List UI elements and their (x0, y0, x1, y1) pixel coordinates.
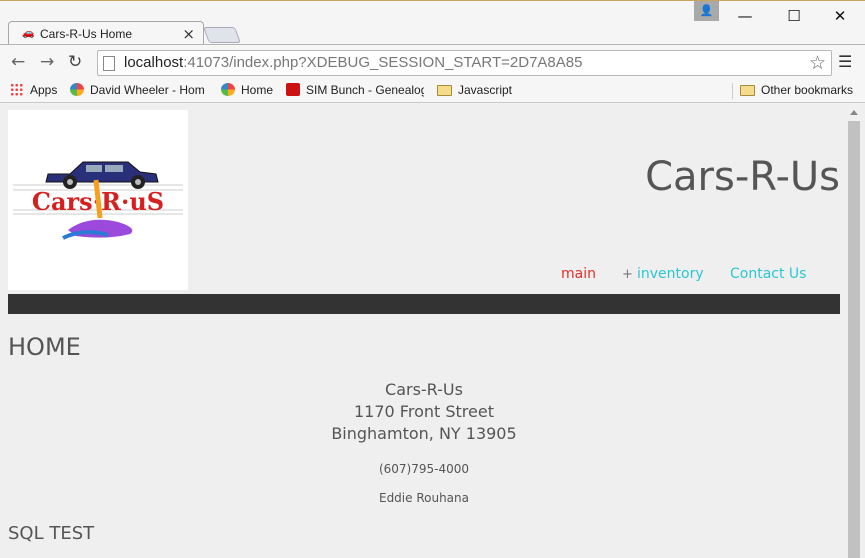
back-icon[interactable]: ← (11, 51, 25, 73)
tab-close-icon[interactable]: × (182, 25, 195, 43)
scroll-thumb[interactable] (848, 121, 860, 558)
close-window-icon[interactable]: ✕ (825, 5, 855, 27)
url-text[interactable]: localhost:41073/index.php?XDEBUG_SESSION… (124, 54, 582, 71)
forward-icon[interactable]: → (40, 51, 54, 73)
maximize-icon[interactable]: ☐ (779, 5, 809, 27)
bookmark-label: David Wheeler - Hom (90, 83, 205, 97)
browser-tab[interactable]: 🚗 Cars-R-Us Home × (8, 21, 204, 46)
url-host: localhost (124, 54, 184, 71)
bookmark-sim-bunch[interactable]: SIM Bunch - Genealog (286, 82, 424, 98)
browser-titlebar: 🚗 Cars-R-Us Home × 👤 — ☐ ✕ (0, 0, 865, 46)
apps-grid-icon (10, 83, 24, 96)
new-tab-button[interactable] (203, 27, 241, 43)
address-street: 1170 Front Street (354, 402, 494, 421)
bookmarks-bar: Apps David Wheeler - Hom Home SIM Bunch … (0, 79, 865, 103)
nav-divider-bar (8, 294, 840, 314)
bookmark-separator (732, 83, 733, 99)
page-icon (103, 56, 115, 71)
browser-toolbar: ← → ↻ localhost:41073/index.php?XDEBUG_S… (0, 44, 865, 79)
owner-name: Eddie Rouhana (378, 491, 469, 505)
bookmark-home[interactable]: Home (221, 82, 273, 98)
address-city: Binghamton, NY 13905 (331, 424, 517, 443)
bookmark-label: Other bookmarks (761, 83, 854, 97)
nav-expand-icon[interactable]: + (622, 267, 633, 282)
site-title: Cars-R-Us (645, 154, 840, 200)
minimize-icon[interactable]: — (730, 5, 760, 27)
bookmark-david-wheeler[interactable]: David Wheeler - Hom (70, 82, 208, 98)
folder-icon (437, 85, 452, 96)
nav-contact-link[interactable]: Contact Us (730, 266, 806, 282)
address-name: Cars-R-Us (385, 380, 463, 399)
page-scrollbar[interactable] (847, 104, 861, 558)
bookmark-label: Home (241, 83, 274, 97)
site-logo: Cars·R·uS (8, 110, 188, 290)
bookmark-label: SIM Bunch - Genealog (306, 83, 424, 97)
bookmark-label: Javascript (458, 83, 513, 97)
phone-number: (607)795-4000 (378, 462, 470, 476)
logo-graphic: Cars·R·uS (8, 110, 188, 290)
nav-main-link[interactable]: main (561, 266, 596, 282)
address-bar[interactable]: localhost:41073/index.php?XDEBUG_SESSION… (97, 50, 832, 76)
joomla-icon (70, 83, 84, 96)
tab-title: Cars-R-Us Home (40, 27, 133, 41)
car-favicon-icon: 🚗 (22, 28, 35, 39)
bookmark-label: Apps (30, 83, 58, 97)
scroll-up-icon[interactable] (850, 110, 858, 115)
profile-icon[interactable]: 👤 (694, 1, 719, 21)
bookmark-javascript-folder[interactable]: Javascript (437, 82, 512, 98)
menu-icon[interactable]: ☰ (838, 52, 852, 71)
joomla-icon (221, 83, 235, 96)
bookmark-star-icon[interactable]: ☆ (809, 52, 826, 74)
sql-test-heading: SQL TEST (8, 523, 95, 544)
reload-icon[interactable]: ↻ (68, 51, 82, 73)
bookmark-apps[interactable]: Apps (10, 82, 57, 98)
page-heading: HOME (8, 333, 81, 361)
url-path: :41073/index.php?XDEBUG_SESSION_START=2D… (183, 54, 583, 71)
other-bookmarks[interactable]: Other bookmarks (740, 82, 853, 98)
nav-inventory-link[interactable]: inventory (637, 266, 704, 282)
folder-icon (740, 85, 755, 96)
sim-icon (286, 83, 300, 96)
